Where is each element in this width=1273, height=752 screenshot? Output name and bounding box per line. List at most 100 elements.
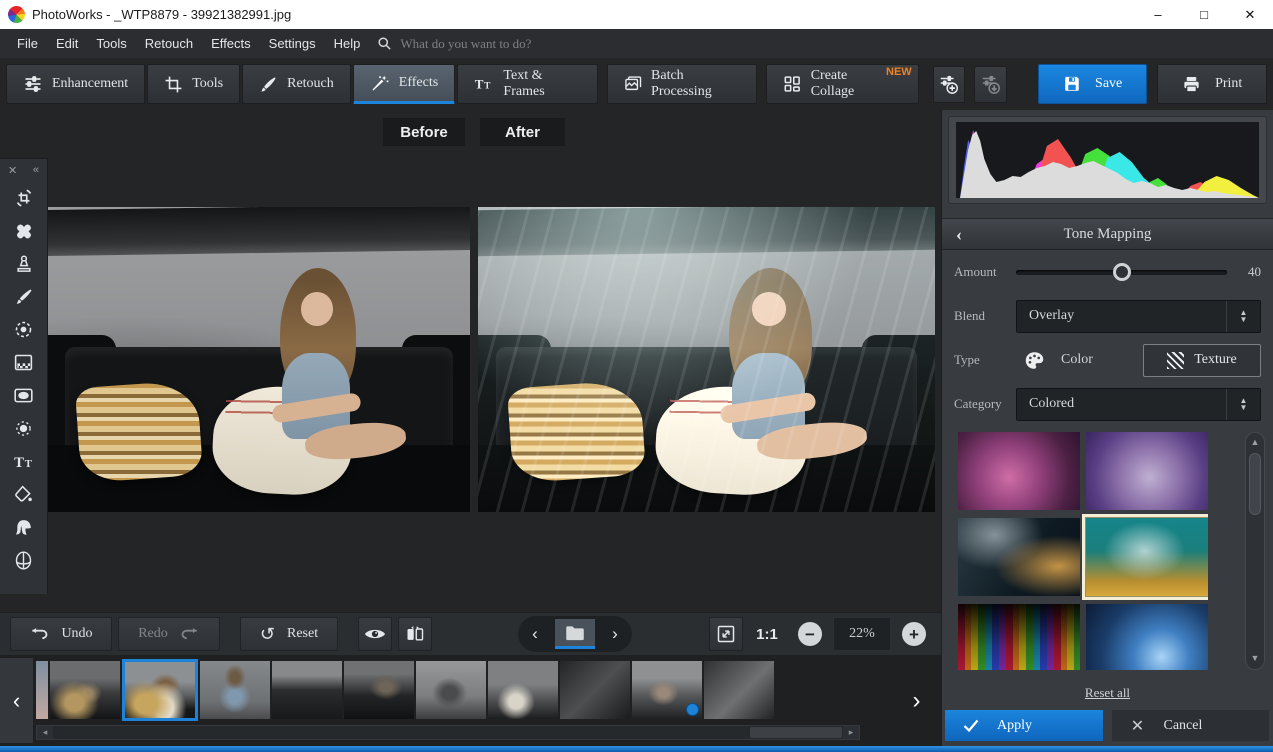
- texture-thumbnail[interactable]: [1086, 432, 1208, 510]
- scroll-left-arrow[interactable]: ◂: [37, 726, 53, 739]
- filmstrip-scrollbar[interactable]: ◂ ▸: [36, 725, 860, 740]
- film-thumbnail[interactable]: [50, 661, 120, 719]
- print-button[interactable]: Print: [1157, 64, 1267, 104]
- film-thumbnail[interactable]: [488, 661, 558, 719]
- apply-button[interactable]: Apply: [945, 710, 1103, 741]
- healing-patch-tool[interactable]: [0, 214, 48, 247]
- prev-photo-button[interactable]: ‹: [524, 624, 546, 644]
- add-preset-button[interactable]: [933, 66, 966, 103]
- palette-close-icon[interactable]: ✕: [8, 164, 17, 177]
- minus-icon: −: [798, 622, 822, 646]
- save-button[interactable]: Save: [1038, 64, 1148, 104]
- spinner-down-icon[interactable]: ▼: [1240, 316, 1248, 323]
- red-eye-tool[interactable]: [0, 313, 48, 346]
- texture-thumbnail[interactable]: [958, 518, 1080, 596]
- film-thumbnail[interactable]: [416, 661, 486, 719]
- blend-dropdown[interactable]: Overlay ▲ ▼: [1016, 300, 1261, 333]
- next-photo-button[interactable]: ›: [604, 624, 626, 644]
- tab-retouch[interactable]: Retouch: [242, 64, 351, 104]
- export-preset-button[interactable]: [974, 66, 1007, 103]
- type-option-color[interactable]: Color: [1061, 352, 1093, 368]
- spinner-down-icon[interactable]: ▼: [1240, 404, 1248, 411]
- menu-tools[interactable]: Tools: [87, 29, 135, 58]
- tab-text-frames[interactable]: TT Text & Frames: [457, 64, 597, 104]
- blend-spinner[interactable]: ▲ ▼: [1226, 301, 1260, 332]
- category-spinner[interactable]: ▲ ▼: [1226, 389, 1260, 420]
- tab-enhancement[interactable]: Enhancement: [6, 64, 145, 104]
- show-original-button[interactable]: [358, 617, 392, 651]
- film-thumbnail[interactable]: [272, 661, 342, 719]
- undo-button[interactable]: Undo: [10, 617, 112, 651]
- menu-file[interactable]: File: [8, 29, 47, 58]
- redo-button[interactable]: Redo: [118, 617, 220, 651]
- graduated-filter-tool[interactable]: [0, 346, 48, 379]
- category-label: Category: [954, 396, 1016, 412]
- slider-handle[interactable]: [1113, 263, 1131, 281]
- zoom-level[interactable]: 22%: [833, 617, 891, 651]
- texture-thumbnail[interactable]: [1086, 604, 1208, 670]
- vignette-tool[interactable]: [0, 379, 48, 412]
- compare-view-button[interactable]: [398, 617, 432, 651]
- palette-icon[interactable]: [1024, 350, 1045, 371]
- menu-help[interactable]: Help: [325, 29, 370, 58]
- tab-effects[interactable]: Effects: [353, 64, 455, 104]
- scroll-up-icon[interactable]: ▲: [1251, 433, 1260, 451]
- texture-thumbnail[interactable]: [958, 604, 1080, 670]
- gallery-scrollbar-thumb[interactable]: [1249, 453, 1261, 515]
- texture-thumbnail-selected[interactable]: [1086, 518, 1208, 596]
- film-thumbnail[interactable]: [632, 661, 702, 719]
- folder-icon: [565, 625, 585, 641]
- film-thumbnail[interactable]: [704, 661, 774, 719]
- face-sculpt-tool[interactable]: [0, 544, 48, 577]
- fit-screen-button[interactable]: [709, 617, 743, 651]
- after-button[interactable]: After: [480, 118, 565, 146]
- scroll-right-arrow[interactable]: ▸: [843, 726, 859, 739]
- gallery-scrollbar[interactable]: ▲ ▼: [1245, 432, 1265, 670]
- clone-stamp-tool[interactable]: [0, 247, 48, 280]
- menu-edit[interactable]: Edit: [47, 29, 87, 58]
- new-badge: NEW: [886, 66, 912, 78]
- open-folder-button[interactable]: [555, 619, 595, 649]
- scroll-down-icon[interactable]: ▼: [1251, 649, 1260, 667]
- film-thumbnail-selected[interactable]: [122, 659, 198, 721]
- scrollbar-thumb[interactable]: [750, 727, 842, 738]
- back-icon[interactable]: ‹: [956, 224, 962, 245]
- menu-effects[interactable]: Effects: [202, 29, 260, 58]
- texture-thumbnail[interactable]: [958, 432, 1080, 510]
- radial-glow-tool[interactable]: [0, 412, 48, 445]
- text-tool[interactable]: TT: [0, 445, 48, 478]
- minimize-button[interactable]: –: [1135, 0, 1181, 29]
- amount-slider[interactable]: [1016, 263, 1227, 281]
- close-button[interactable]: ✕: [1227, 0, 1273, 29]
- histogram-chart: [956, 122, 1259, 198]
- search-box[interactable]: What do you want to do?: [377, 36, 531, 52]
- tab-tools[interactable]: Tools: [147, 64, 240, 104]
- crop-rotate-tool[interactable]: [0, 181, 48, 214]
- cancel-x-icon: ✕: [1112, 716, 1164, 736]
- category-dropdown[interactable]: Colored ▲ ▼: [1016, 388, 1261, 421]
- menu-retouch[interactable]: Retouch: [136, 29, 202, 58]
- palette-collapse-icon[interactable]: «: [33, 164, 39, 176]
- reset-all-link[interactable]: Reset all: [1085, 685, 1130, 700]
- maximize-button[interactable]: □: [1181, 0, 1227, 29]
- brush-tool[interactable]: [0, 280, 48, 313]
- tab-create-collage[interactable]: Create Collage NEW: [766, 64, 918, 104]
- film-thumbnail[interactable]: [36, 661, 48, 719]
- zoom-out-button[interactable]: −: [793, 617, 827, 651]
- tab-batch-processing[interactable]: Batch Processing: [607, 64, 758, 104]
- film-thumbnail[interactable]: [200, 661, 270, 719]
- zoom-in-button[interactable]: +: [897, 617, 931, 651]
- blend-label: Blend: [954, 308, 1016, 324]
- type-option-texture[interactable]: Texture: [1143, 344, 1261, 377]
- film-thumbnail[interactable]: [560, 661, 630, 719]
- menu-settings[interactable]: Settings: [260, 29, 325, 58]
- hair-color-tool[interactable]: [0, 511, 48, 544]
- fill-tool[interactable]: [0, 478, 48, 511]
- reset-button[interactable]: ↺ Reset: [240, 617, 338, 651]
- cancel-button[interactable]: ✕ Cancel: [1112, 710, 1270, 741]
- actual-size-button[interactable]: 1:1: [749, 617, 785, 651]
- film-thumbnail[interactable]: [344, 661, 414, 719]
- filmstrip-prev-button[interactable]: ‹: [0, 658, 33, 743]
- filmstrip-next-button[interactable]: ›: [900, 658, 933, 743]
- before-button[interactable]: Before: [383, 118, 465, 146]
